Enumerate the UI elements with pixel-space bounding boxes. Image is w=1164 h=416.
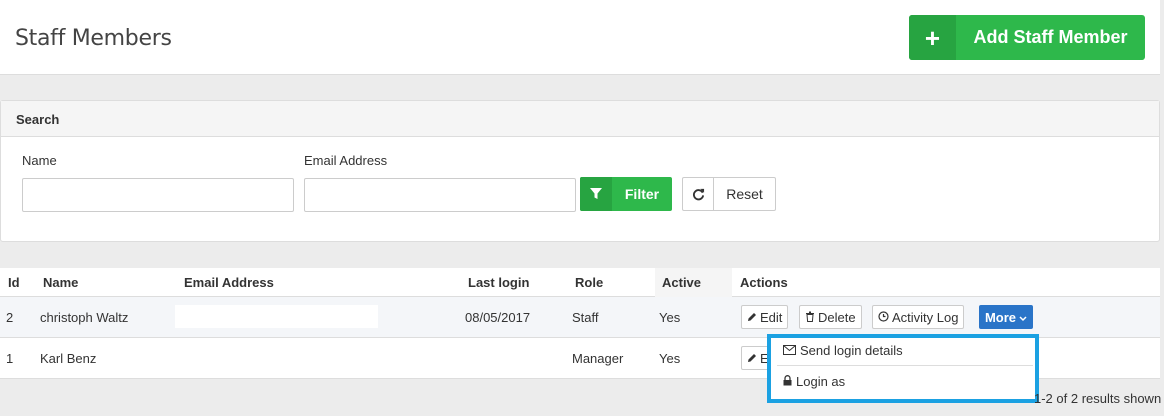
cell-last-login: 08/05/2017 (465, 310, 531, 325)
search-panel: Search Name Email Address Filter Reset (0, 100, 1160, 242)
activity-log-button[interactable]: Activity Log (872, 305, 965, 329)
name-label: Name (22, 153, 57, 168)
column-actions: Actions (740, 275, 788, 290)
cell-name: christoph Waltz (40, 310, 129, 325)
cell-id: 1 (6, 351, 14, 366)
cell-role: Manager (572, 351, 624, 366)
activity-log-label: Activity Log (892, 309, 959, 325)
cell-active: Yes (659, 310, 681, 325)
results-count: 1-2 of 2 results shown (1034, 391, 1162, 406)
cell-active: Yes (659, 351, 681, 366)
lock-icon (783, 374, 792, 389)
chevron-down-icon (1019, 310, 1027, 325)
page-header: Staff Members + Add Staff Member (0, 0, 1160, 75)
add-staff-member-label: Add Staff Member (973, 27, 1128, 47)
filter-label: Filter (624, 186, 660, 202)
cell-email-redacted (175, 305, 378, 328)
reset-button[interactable]: Reset (682, 177, 776, 211)
trash-icon (805, 310, 815, 325)
column-active: Active (662, 275, 702, 290)
column-name: Name (43, 275, 79, 290)
clock-icon (878, 310, 889, 325)
column-role: Role (575, 275, 604, 290)
more-button[interactable]: More (979, 305, 1033, 329)
refresh-icon (683, 178, 714, 210)
dropdown-divider (777, 365, 1033, 366)
login-as-item[interactable]: Login as (783, 374, 845, 389)
delete-label: Delete (818, 309, 856, 325)
send-login-details-item[interactable]: Send login details (783, 343, 903, 358)
plus-icon: + (909, 15, 956, 60)
add-staff-member-button[interactable]: + Add Staff Member (909, 15, 1145, 60)
filter-button[interactable]: Filter (580, 177, 672, 211)
more-label: More (984, 309, 1017, 325)
envelope-icon (783, 343, 796, 358)
pencil-icon (747, 351, 757, 366)
table-row: 2 christoph Waltz 08/05/2017 Staff Yes E… (0, 297, 1160, 338)
column-id: Id (8, 275, 20, 290)
edit-label: Edit (760, 309, 783, 325)
table-header: Id Name Email Address Last login Role Ac… (0, 268, 1160, 297)
more-dropdown-menu: Send login details Login as (767, 334, 1039, 403)
cell-id: 2 (6, 310, 14, 325)
page-title: Staff Members (15, 26, 172, 51)
column-last-login: Last login (468, 275, 530, 290)
email-input[interactable] (304, 178, 576, 212)
search-heading: Search (1, 101, 1159, 137)
reset-label: Reset (726, 186, 763, 202)
edit-button[interactable]: Edit (741, 305, 789, 329)
cell-role: Staff (572, 310, 599, 325)
email-label: Email Address (304, 153, 388, 168)
name-input[interactable] (22, 178, 294, 212)
send-login-details-label: Send login details (800, 343, 903, 358)
column-email: Email Address (184, 275, 274, 290)
pencil-icon (747, 310, 757, 325)
login-as-label: Login as (796, 374, 846, 389)
filter-icon (580, 177, 612, 211)
delete-button[interactable]: Delete (799, 305, 862, 329)
cell-name: Karl Benz (40, 351, 97, 366)
